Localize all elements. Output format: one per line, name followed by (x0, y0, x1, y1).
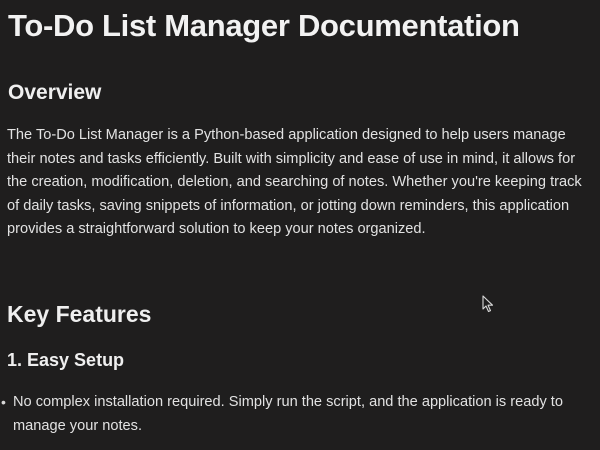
overview-heading: Overview (8, 81, 102, 104)
easy-setup-heading: 1. Easy Setup (7, 350, 125, 370)
overview-paragraph: The To-Do List Manager is a Python-based… (7, 127, 582, 238)
list-item-text: No complex installation required. Simply… (13, 394, 563, 434)
list-item: • No complex installation required. Simp… (0, 390, 592, 438)
mouse-pointer-icon (482, 295, 494, 313)
bullet-icon: • (1, 394, 6, 410)
page-title: To-Do List Manager Documentation (8, 8, 520, 43)
easy-setup-list: • No complex installation required. Simp… (0, 390, 592, 438)
documentation-page: To-Do List Manager Documentation Overvie… (0, 0, 600, 450)
key-features-heading: Key Features (7, 301, 152, 327)
